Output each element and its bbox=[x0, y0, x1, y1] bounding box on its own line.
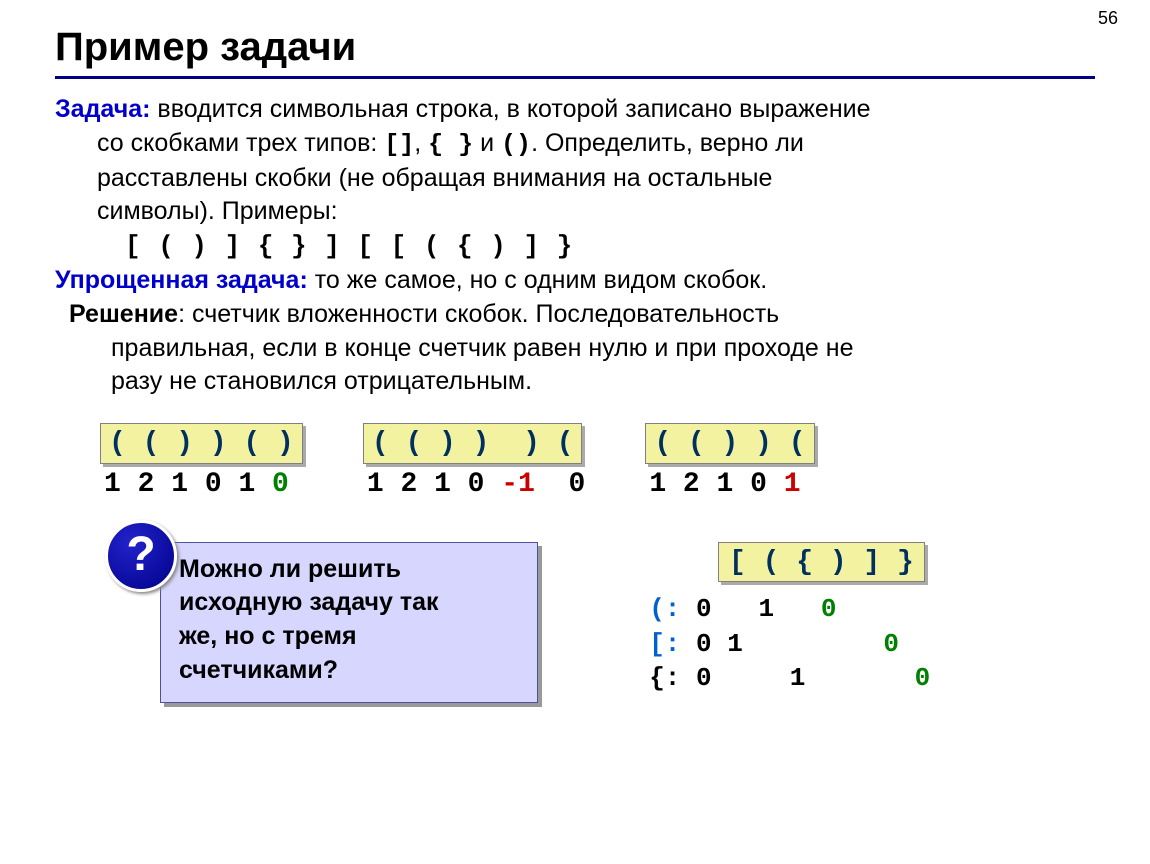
task-line-3: расставлены скобки (не обращая внимания … bbox=[55, 162, 1095, 196]
counter-block-2: ( ( ) ) (1 2 1 0 1 bbox=[645, 423, 814, 504]
triple-brackets-box: [ ( { ) ] } bbox=[718, 542, 925, 583]
solution-text-3: разу не становился отрицательным. bbox=[69, 365, 1095, 399]
triple-row-1: [: 0 1 0 bbox=[618, 627, 961, 661]
task-text-1: вводится символьная строка, в которой за… bbox=[150, 95, 870, 123]
triple-row-0: (: 0 1 0 bbox=[618, 592, 961, 626]
solution-block: Решение: счетчик вложенности скобок. Пос… bbox=[55, 298, 1095, 399]
task-line-2: со скобками трех типов: [], { } и (). Оп… bbox=[55, 127, 1095, 162]
triple-row-2: {: 0 1 0 bbox=[618, 661, 961, 695]
title-rule bbox=[55, 76, 1095, 79]
question-line-4: счетчиками? bbox=[179, 654, 519, 688]
counter-brackets-0: ( ( ) ) ( ) bbox=[100, 423, 303, 464]
triple-counter-block: [ ( { ) ] } (: 0 1 0 [: 0 1 0 {: 0 1 0 bbox=[618, 542, 961, 696]
body: Задача: вводится символьная строка, в ко… bbox=[55, 93, 1095, 703]
question-line-3: же, но с тремя bbox=[179, 620, 519, 654]
task-line-4: символы). Примеры: bbox=[55, 195, 1095, 229]
solution-label: Решение bbox=[69, 300, 178, 328]
task-text-2a: со скобками трех типов: bbox=[97, 129, 384, 157]
bracket-type-round: () bbox=[501, 130, 531, 159]
solution-text-2: правильная, если в конце счетчик равен н… bbox=[69, 332, 1095, 366]
counter-values-0: 1 2 1 0 1 0 bbox=[100, 466, 303, 504]
sep-2: и bbox=[473, 129, 501, 157]
question-box: Можно ли решить исходную задачу так же, … bbox=[160, 542, 538, 703]
bracket-type-curly: { } bbox=[428, 130, 473, 159]
question-line-2: исходную задачу так bbox=[179, 586, 519, 620]
bracket-type-square: [] bbox=[384, 130, 414, 159]
triple-counter-table: (: 0 1 0 [: 0 1 0 {: 0 1 0 bbox=[618, 592, 961, 695]
slide-title: Пример задачи bbox=[55, 25, 1095, 70]
counter-block-0: ( ( ) ) ( )1 2 1 0 1 0 bbox=[100, 423, 303, 504]
bottom-area: ? Можно ли решить исходную задачу так же… bbox=[55, 542, 1095, 703]
triple-row-label-1: [: bbox=[618, 629, 680, 659]
question-mark-icon: ? bbox=[105, 520, 177, 592]
counter-values-2: 1 2 1 0 1 bbox=[645, 466, 814, 504]
task-label: Задача: bbox=[55, 95, 150, 123]
triple-row-label-0: (: bbox=[618, 594, 680, 624]
question-line-1: Можно ли решить bbox=[179, 553, 519, 587]
triple-row-label-2: {: bbox=[618, 663, 680, 693]
slide: 56 Пример задачи Задача: вводится символ… bbox=[0, 0, 1150, 864]
sep-1: , bbox=[414, 129, 428, 157]
counter-values-1: 1 2 1 0 -1 0 bbox=[363, 466, 585, 504]
task-block: Задача: вводится символьная строка, в ко… bbox=[55, 93, 1095, 264]
counter-brackets-1: ( ( ) ) ) ( bbox=[363, 423, 583, 464]
counter-brackets-2: ( ( ) ) ( bbox=[645, 423, 814, 464]
solution-text-1: : счетчик вложенности скобок. Последоват… bbox=[178, 300, 779, 328]
counters-row: ( ( ) ) ( )1 2 1 0 1 0( ( ) ) ) (1 2 1 0… bbox=[100, 423, 1095, 504]
simplified-block: Упрощенная задача: то же самое, но с одн… bbox=[55, 264, 1095, 298]
page-number: 56 bbox=[1098, 8, 1118, 29]
counter-block-1: ( ( ) ) ) (1 2 1 0 -1 0 bbox=[363, 423, 585, 504]
examples-line: [ ( ) ] { } ] [ [ ( { ) ] } bbox=[55, 229, 1095, 264]
simplified-label: Упрощенная задача: bbox=[55, 266, 308, 294]
question-wrap: ? Можно ли решить исходную задачу так же… bbox=[160, 542, 538, 703]
simplified-text: то же самое, но с одним видом скобок. bbox=[308, 266, 767, 294]
task-text-2b: . Определить, верно ли bbox=[531, 129, 804, 157]
